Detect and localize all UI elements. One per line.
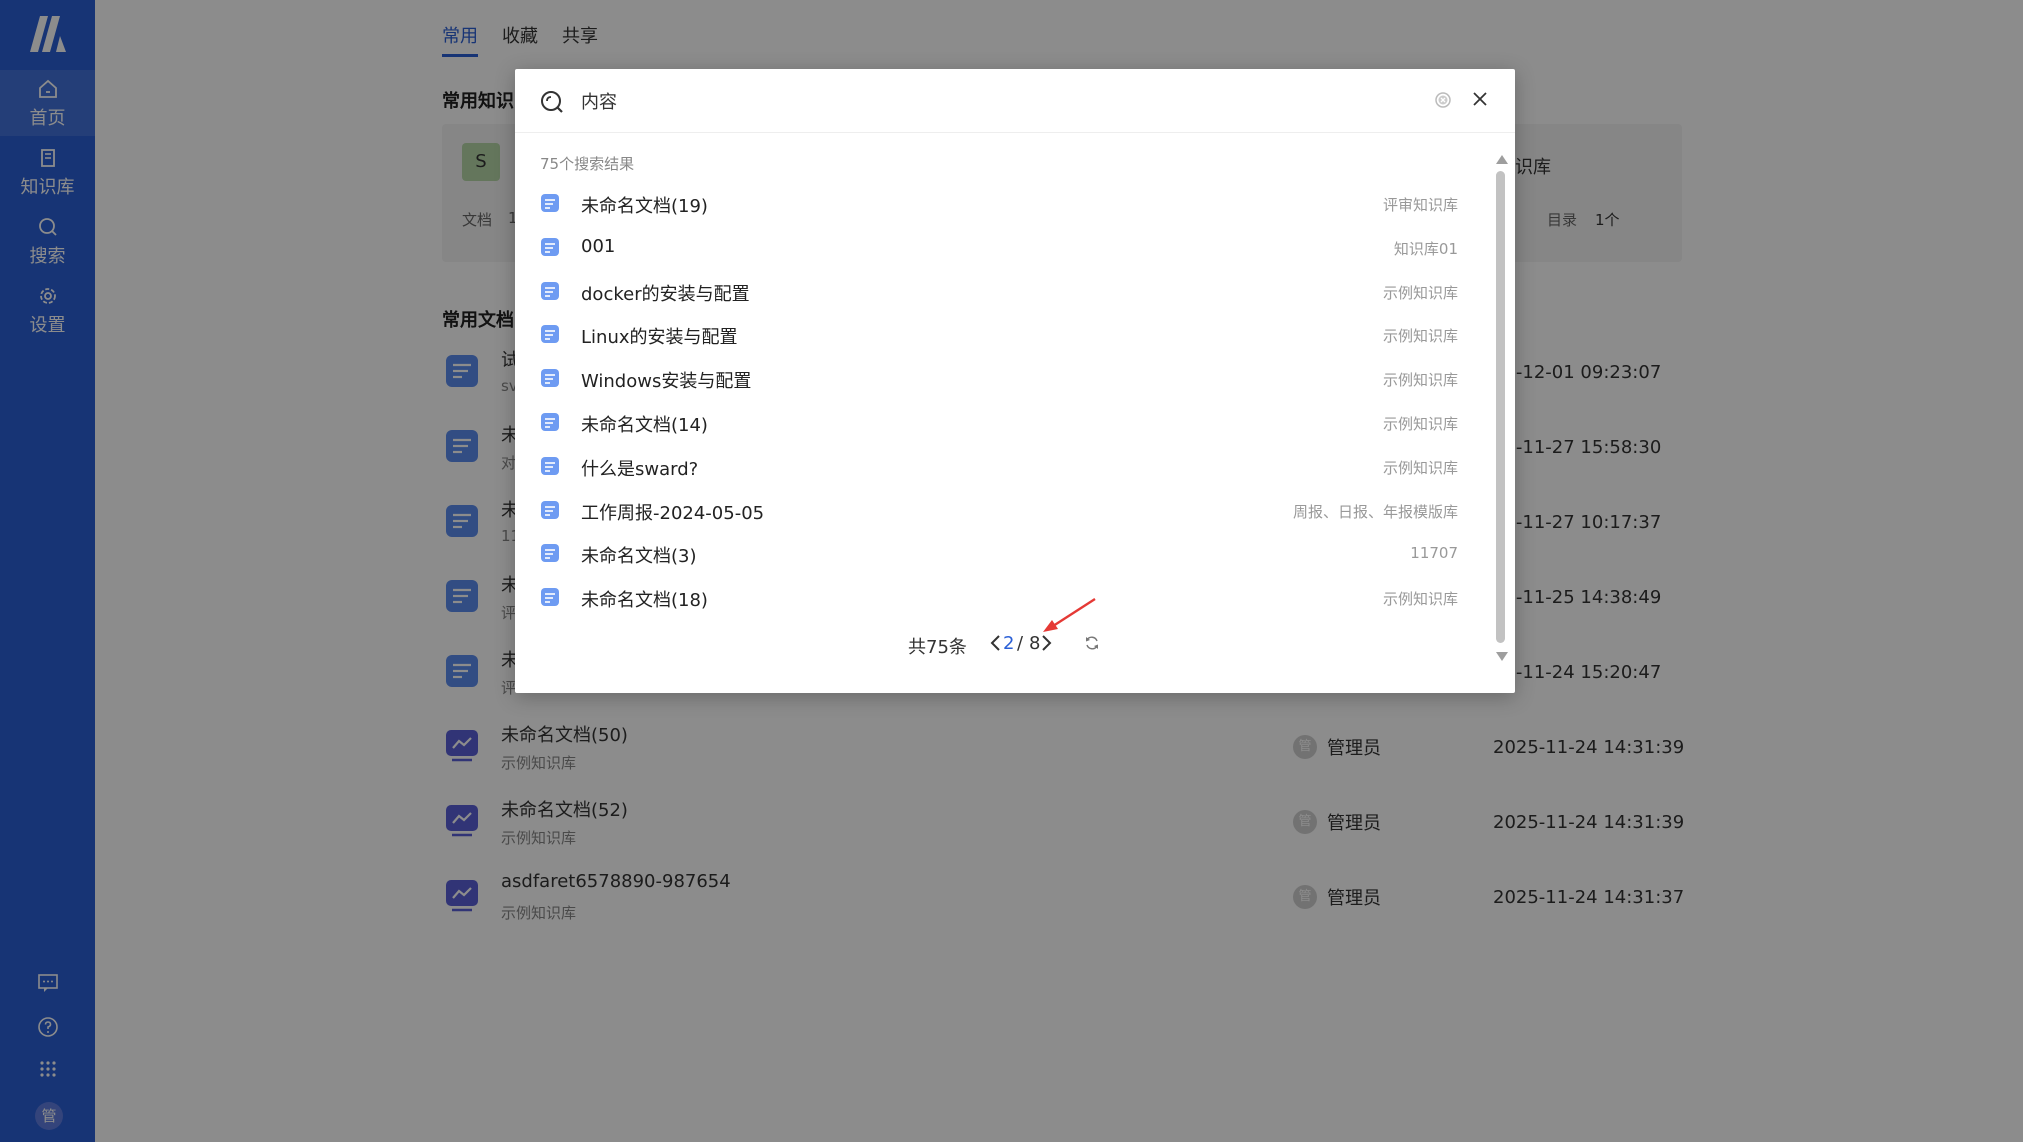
search-icon: [541, 91, 563, 113]
document-icon: [541, 369, 559, 387]
result-item[interactable]: 工作周报-2024-05-05 周报、日报、年报模版库: [515, 490, 1495, 530]
document-icon: [541, 413, 559, 431]
pagination-page-count: 8: [1029, 633, 1041, 654]
result-item[interactable]: Linux的安装与配置 示例知识库: [515, 314, 1495, 354]
result-title: 什么是sward?: [581, 459, 699, 480]
result-item[interactable]: 001 知识库01: [515, 227, 1495, 267]
result-kb: 示例知识库: [1382, 459, 1458, 477]
pagination-separator: /: [1017, 633, 1024, 654]
result-item[interactable]: 未命名文档(14) 示例知识库: [515, 402, 1495, 442]
result-title: docker的安装与配置: [581, 284, 750, 305]
result-title: 未命名文档(18): [581, 590, 708, 611]
result-title: 未命名文档(19): [581, 196, 708, 217]
search-input[interactable]: [581, 83, 1341, 119]
result-item[interactable]: 未命名文档(18) 示例知识库: [515, 577, 1495, 617]
document-icon: [541, 194, 559, 212]
result-count: 75个搜索结果: [540, 155, 635, 173]
document-icon: [541, 282, 559, 300]
search-modal: 75个搜索结果 未命名文档(19) 评审知识库 001 知识库01 docker…: [515, 69, 1515, 693]
result-title: Windows安装与配置: [581, 371, 752, 392]
document-icon: [541, 588, 559, 606]
result-kb: 周报、日报、年报模版库: [1292, 503, 1458, 521]
result-kb: 11707: [1410, 544, 1458, 562]
refresh-icon[interactable]: [1084, 635, 1100, 651]
scroll-thumb[interactable]: [1496, 171, 1505, 643]
document-icon: [541, 325, 559, 343]
result-title: Linux的安装与配置: [581, 327, 738, 348]
annotation-arrow-icon: [1043, 597, 1096, 632]
scroll-up-arrow[interactable]: [1496, 155, 1508, 164]
document-icon: [541, 238, 559, 256]
result-title: 未命名文档(14): [581, 415, 708, 436]
close-icon[interactable]: [1471, 90, 1489, 108]
document-icon: [541, 544, 559, 562]
scroll-down-arrow[interactable]: [1496, 652, 1508, 661]
result-kb: 示例知识库: [1382, 415, 1458, 433]
result-title: 工作周报-2024-05-05: [581, 503, 765, 524]
result-kb: 示例知识库: [1382, 371, 1458, 389]
clear-input-icon[interactable]: [1435, 92, 1451, 108]
chevron-left-icon[interactable]: [988, 632, 1002, 654]
result-item[interactable]: 未命名文档(3) 11707: [515, 533, 1495, 573]
result-kb: 示例知识库: [1382, 590, 1458, 608]
document-icon: [541, 501, 559, 519]
pagination-total: 共75条: [908, 637, 967, 658]
modal-divider: [515, 132, 1515, 133]
result-kb: 知识库01: [1393, 240, 1458, 258]
result-title: 未命名文档(3): [581, 546, 697, 567]
result-item[interactable]: docker的安装与配置 示例知识库: [515, 271, 1495, 311]
result-item[interactable]: Windows安装与配置 示例知识库: [515, 358, 1495, 398]
result-kb: 示例知识库: [1382, 327, 1458, 345]
result-item[interactable]: 未命名文档(19) 评审知识库: [515, 183, 1495, 223]
document-icon: [541, 457, 559, 475]
result-item[interactable]: 什么是sward? 示例知识库: [515, 446, 1495, 486]
result-kb: 评审知识库: [1382, 196, 1458, 214]
chevron-right-icon[interactable]: [1040, 632, 1054, 654]
result-kb: 示例知识库: [1382, 284, 1458, 302]
result-title: 001: [581, 236, 616, 257]
pagination-current-page[interactable]: 2: [1003, 633, 1014, 654]
results-scrollbar[interactable]: [1493, 155, 1508, 661]
